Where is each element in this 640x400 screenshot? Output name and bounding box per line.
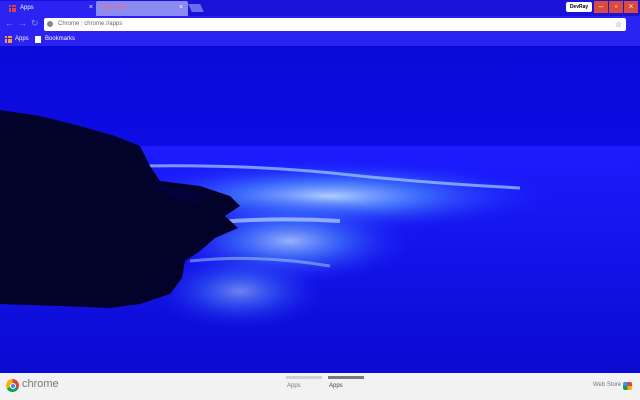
tab-new-tab[interactable]: New Tab ×	[96, 1, 188, 16]
background-image	[0, 46, 640, 373]
forward-arrow-icon[interactable]: →	[18, 18, 27, 28]
bookmarks-bar: Apps Bookmarks	[0, 33, 640, 46]
close-icon[interactable]: ×	[179, 1, 183, 15]
apps-page-footer: chrome Apps Apps Web Store	[0, 373, 640, 400]
toolbar: ← → ↻ Chrome | chrome://apps ☆	[0, 16, 640, 33]
page-label-1[interactable]: Apps	[287, 383, 301, 389]
new-tab-button[interactable]	[188, 4, 204, 12]
web-store-link[interactable]: Web Store	[593, 382, 621, 388]
folder-icon	[35, 36, 41, 43]
omnibox-label: Chrome	[58, 21, 80, 27]
star-icon[interactable]: ☆	[615, 18, 622, 31]
chrome-logo-icon	[6, 379, 19, 392]
page-label-2[interactable]: Apps	[329, 383, 343, 389]
bookmark-bookmarks[interactable]: Bookmarks	[45, 33, 75, 46]
address-bar[interactable]: Chrome | chrome://apps ☆	[44, 18, 626, 31]
tab-strip: Apps × New Tab × DevRay – ▫ ×	[0, 0, 640, 16]
web-store-icon[interactable]	[623, 382, 632, 390]
reload-icon[interactable]: ↻	[31, 18, 39, 29]
page-indicator-1[interactable]	[286, 376, 322, 379]
tab-apps[interactable]: Apps ×	[0, 1, 98, 16]
back-arrow-icon[interactable]: ←	[5, 18, 14, 28]
close-window-button[interactable]: ×	[624, 1, 638, 13]
tab-label: New Tab	[102, 5, 126, 11]
chrome-icon	[47, 21, 53, 27]
ocean-cliff-scene	[0, 110, 640, 373]
chrome-brand: chrome	[22, 378, 59, 390]
profile-button[interactable]: DevRay	[566, 2, 592, 12]
maximize-button[interactable]: ▫	[609, 1, 623, 13]
tab-label: Apps	[20, 5, 34, 11]
omnibox-url: chrome://apps	[84, 21, 123, 27]
minimize-button[interactable]: –	[594, 1, 608, 13]
page-indicator-2[interactable]	[328, 376, 364, 379]
apps-favicon-icon	[9, 5, 16, 12]
apps-grid-icon	[5, 36, 12, 43]
close-icon[interactable]: ×	[89, 1, 93, 15]
bookmark-apps[interactable]: Apps	[15, 33, 29, 46]
